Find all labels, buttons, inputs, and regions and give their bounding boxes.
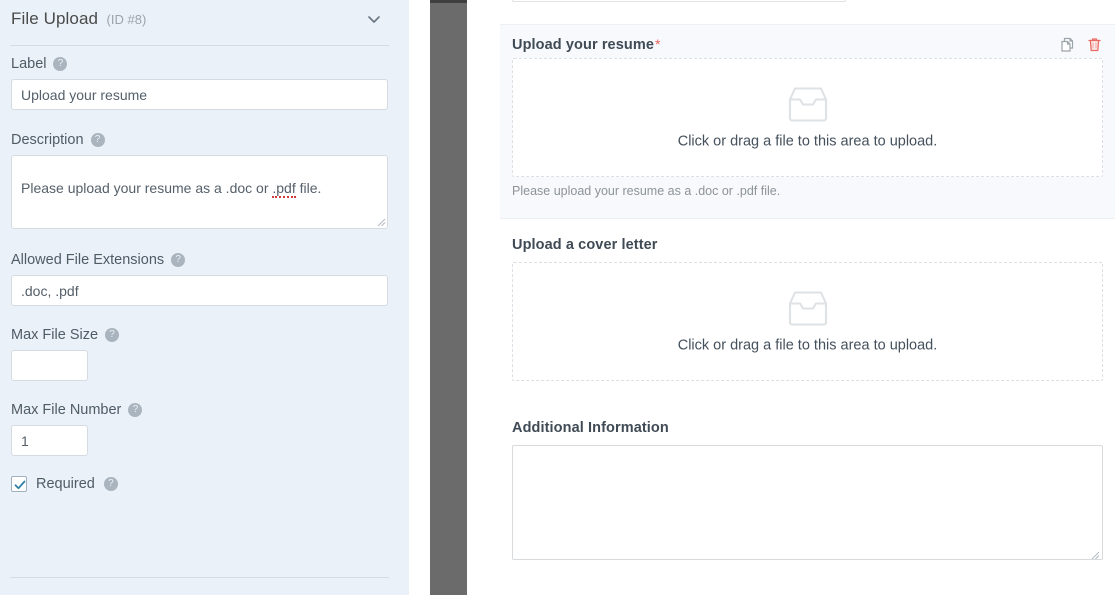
sidebar-bottom-divider xyxy=(10,577,389,578)
description-textarea-wrapper: Please upload your resume as a .doc or .… xyxy=(11,155,388,229)
panel-resize-divider[interactable] xyxy=(430,0,467,595)
dropzone-text: Click or drag a file to this area to upl… xyxy=(678,133,938,149)
sidebar-title: File Upload xyxy=(11,9,98,29)
max-file-number-input[interactable] xyxy=(11,425,88,456)
required-asterisk: * xyxy=(655,36,660,52)
setting-description-caption: Description xyxy=(11,132,84,148)
setting-label: Label ? xyxy=(11,56,398,110)
allowed-extensions-input[interactable] xyxy=(11,275,388,306)
form-builder-app: File Upload (ID #8) Label ? xyxy=(0,0,1116,595)
required-label: Required xyxy=(36,476,95,492)
previous-field-partial xyxy=(512,0,846,2)
divider-top-shade xyxy=(430,0,467,3)
additional-information-textarea[interactable] xyxy=(512,445,1103,560)
description-text-part1: Please upload your resume as a .doc or xyxy=(21,180,272,196)
dropzone-upload-resume[interactable]: Click or drag a file to this area to upl… xyxy=(512,58,1103,177)
preview-field-upload-resume[interactable]: Upload your resume* xyxy=(500,24,1115,219)
setting-max-file-number-caption: Max File Number xyxy=(11,402,121,418)
required-checkbox[interactable] xyxy=(11,476,27,492)
additional-information-wrapper xyxy=(512,445,1103,565)
inbox-tray-icon xyxy=(786,289,830,327)
sidebar-scrollbar-track[interactable] xyxy=(412,0,427,595)
max-file-size-input[interactable] xyxy=(11,350,88,381)
sidebar-field-id: (ID #8) xyxy=(107,12,147,27)
setting-max-file-size: Max File Size ? xyxy=(11,327,398,381)
copy-icon[interactable] xyxy=(1059,36,1076,54)
trash-icon[interactable] xyxy=(1086,36,1103,54)
chevron-down-icon[interactable] xyxy=(365,10,383,28)
setting-max-file-size-caption: Max File Size xyxy=(11,327,98,343)
description-value-text: Please upload your resume as a .doc or .… xyxy=(21,180,321,196)
field-action-buttons xyxy=(1059,36,1103,54)
preview-field-label-row: Upload your resume* xyxy=(512,36,1103,58)
preview-field-label: Additional Information xyxy=(512,420,1103,436)
setting-allowed-file-extensions: Allowed File Extensions ? xyxy=(11,252,398,306)
dropzone-content: Click or drag a file to this area to upl… xyxy=(513,289,1102,354)
description-text-misspelled: .pdf xyxy=(272,180,295,198)
sidebar-settings-list: Label ? Description ? Please upload your… xyxy=(0,56,409,492)
dropzone-content: Click or drag a file to this area to upl… xyxy=(513,85,1102,150)
preview-field-additional-information[interactable]: Additional Information xyxy=(500,420,1115,565)
sidebar-header-divider xyxy=(10,45,389,46)
description-text-part2: file. xyxy=(296,180,322,196)
preview-field-label: Upload your resume xyxy=(512,37,654,53)
help-circle-icon[interactable]: ? xyxy=(104,477,118,491)
sidebar-header[interactable]: File Upload (ID #8) xyxy=(0,0,409,44)
help-circle-icon[interactable]: ? xyxy=(53,57,67,71)
preview-field-label: Upload a cover letter xyxy=(512,237,1103,253)
preview-field-description: Please upload your resume as a .doc or .… xyxy=(512,184,1103,198)
help-circle-icon[interactable]: ? xyxy=(171,253,185,267)
setting-label-caption: Label xyxy=(11,56,46,72)
setting-description: Description ? Please upload your resume … xyxy=(11,132,398,229)
inbox-tray-icon xyxy=(786,85,830,123)
help-circle-icon[interactable]: ? xyxy=(91,133,105,147)
dropzone-cover-letter[interactable]: Click or drag a file to this area to upl… xyxy=(512,262,1103,381)
dropzone-text: Click or drag a file to this area to upl… xyxy=(678,337,938,353)
help-circle-icon[interactable]: ? xyxy=(128,403,142,417)
checkmark-icon xyxy=(13,478,27,492)
preview-field-cover-letter[interactable]: Upload a cover letter Click or drag a fi… xyxy=(500,237,1115,387)
help-circle-icon[interactable]: ? xyxy=(105,328,119,342)
setting-max-file-number: Max File Number ? xyxy=(11,402,398,456)
form-preview-panel: Upload your resume* xyxy=(467,0,1116,595)
setting-required: Required ? xyxy=(11,476,398,492)
field-settings-sidebar: File Upload (ID #8) Label ? xyxy=(0,0,409,595)
setting-allowed-extensions-caption: Allowed File Extensions xyxy=(11,252,164,268)
label-input[interactable] xyxy=(11,79,388,110)
